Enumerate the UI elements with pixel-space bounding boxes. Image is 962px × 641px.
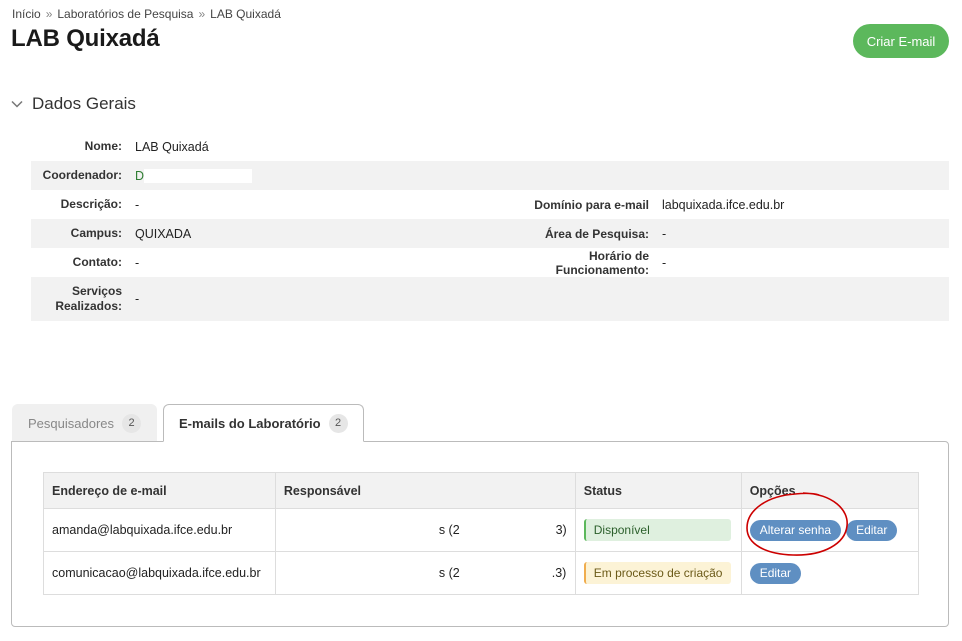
status-badge: Disponível (583, 519, 731, 541)
servicos-label-line2: Realizados: (55, 299, 122, 313)
breadcrumb-labs[interactable]: Laboratórios de Pesquisa (57, 7, 193, 21)
contato-label: Contato: (72, 255, 122, 269)
header-opcoes: Opções (740, 472, 920, 509)
page-title: LAB Quixadá (11, 25, 160, 52)
area-label: Área de Pesquisa: (544, 226, 649, 241)
detail-row-contato: Contato: - Horário de Funcionamento: - (31, 248, 949, 277)
detail-row-campus: Campus: QUIXADA Área de Pesquisa: - (31, 219, 949, 248)
servicos-value: - (135, 292, 140, 306)
status-badge: Em processo de criação (583, 562, 731, 584)
campus-value: QUIXADA (135, 226, 192, 241)
campus-label: Campus: (70, 226, 122, 240)
chevron-down-icon (10, 97, 24, 111)
section-title: Dados Gerais (32, 94, 136, 113)
horario-label: Horário de Funcionamento: (555, 248, 649, 277)
detail-row-servicos: Serviços Realizados: - (31, 277, 949, 321)
redacted-block (144, 168, 253, 183)
tab-emails-label: E-mails do Laboratório (179, 415, 321, 431)
redacted-block (283, 566, 439, 580)
redacted-block (459, 566, 552, 580)
descricao-value: - (135, 197, 140, 212)
edit-button[interactable]: Editar (846, 519, 898, 541)
coordenador-label: Coordenador: (42, 168, 122, 182)
status-cell: Disponível (574, 508, 742, 552)
dominio-label: Domínio para e-mail (534, 197, 649, 212)
header-status: Status (574, 472, 742, 509)
servicos-label: Serviços Realizados: (31, 284, 122, 314)
change-password-button[interactable]: Alterar senha (749, 519, 842, 541)
responsavel-text-b: .3) (551, 566, 567, 580)
coordenador-value[interactable]: D (135, 169, 144, 183)
header-responsavel: Responsável (274, 472, 576, 509)
redacted-block (459, 523, 556, 537)
email-cell: comunicacao@labquixada.ifce.edu.br (43, 551, 276, 595)
email-cell: amanda@labquixada.ifce.edu.br (43, 508, 276, 552)
table-row: comunicacao@labquixada.ifce.edu.br s (2.… (43, 551, 920, 595)
status-cell: Em processo de criação (574, 551, 742, 595)
detail-row-descricao: Descrição: - Domínio para e-mail labquix… (31, 190, 949, 219)
responsavel-cell: s (2 3) (274, 508, 576, 552)
section-header[interactable]: Dados Gerais (10, 94, 136, 114)
redacted-block (283, 523, 439, 537)
tab-pesquisadores-count: 2 (122, 413, 141, 433)
nome-label: Nome: (84, 139, 122, 153)
emails-table: Endereço de e-mail Responsável Status Op… (43, 472, 920, 595)
edit-button[interactable]: Editar (749, 562, 802, 584)
tab-bar: Pesquisadores 2 E-mails do Laboratório 2 (12, 404, 364, 442)
tab-pesquisadores-label: Pesquisadores (28, 415, 114, 431)
options-cell: Editar (740, 551, 920, 595)
servicos-label-line1: Serviços (71, 284, 122, 298)
header-email: Endereço de e-mail (43, 472, 276, 509)
detail-row-coordenador: Coordenador: D (31, 161, 949, 190)
tab-emails[interactable]: E-mails do Laboratório 2 (163, 404, 364, 442)
horario-value: - (662, 255, 667, 270)
breadcrumb-home[interactable]: Início (12, 7, 41, 21)
table-row: amanda@labquixada.ifce.edu.br s (2 3) Dis… (43, 508, 920, 552)
breadcrumb-separator: » (45, 7, 53, 21)
detail-row-nome: Nome: LAB Quixadá (31, 132, 949, 161)
emails-panel: Endereço de e-mail Responsável Status Op… (11, 441, 949, 627)
descricao-label: Descrição: (60, 197, 122, 211)
table-header-row: Endereço de e-mail Responsável Status Op… (43, 472, 920, 509)
responsavel-text-a: s (2 (438, 523, 460, 537)
breadcrumb-current: LAB Quixadá (210, 7, 281, 21)
breadcrumb: Início » Laboratórios de Pesquisa » LAB Quix… (12, 7, 281, 21)
nome-value: LAB Quixadá (135, 139, 209, 154)
dominio-value: labquixada.ifce.edu.br (662, 197, 785, 212)
tab-emails-count: 2 (328, 413, 348, 433)
responsavel-cell: s (2 .3) (274, 551, 576, 595)
options-cell: Alterar senha Editar (740, 508, 920, 552)
create-email-button[interactable]: Criar E-mail (853, 24, 949, 58)
responsavel-text-b: 3) (555, 523, 567, 537)
contato-value: - (135, 255, 140, 270)
breadcrumb-separator: » (198, 7, 206, 21)
responsavel-text-a: s (2 (438, 566, 460, 580)
area-value: - (662, 226, 667, 241)
details-list: Nome: LAB Quixadá Coordenador: D Descriç… (31, 132, 949, 321)
tab-pesquisadores[interactable]: Pesquisadores 2 (12, 404, 157, 442)
